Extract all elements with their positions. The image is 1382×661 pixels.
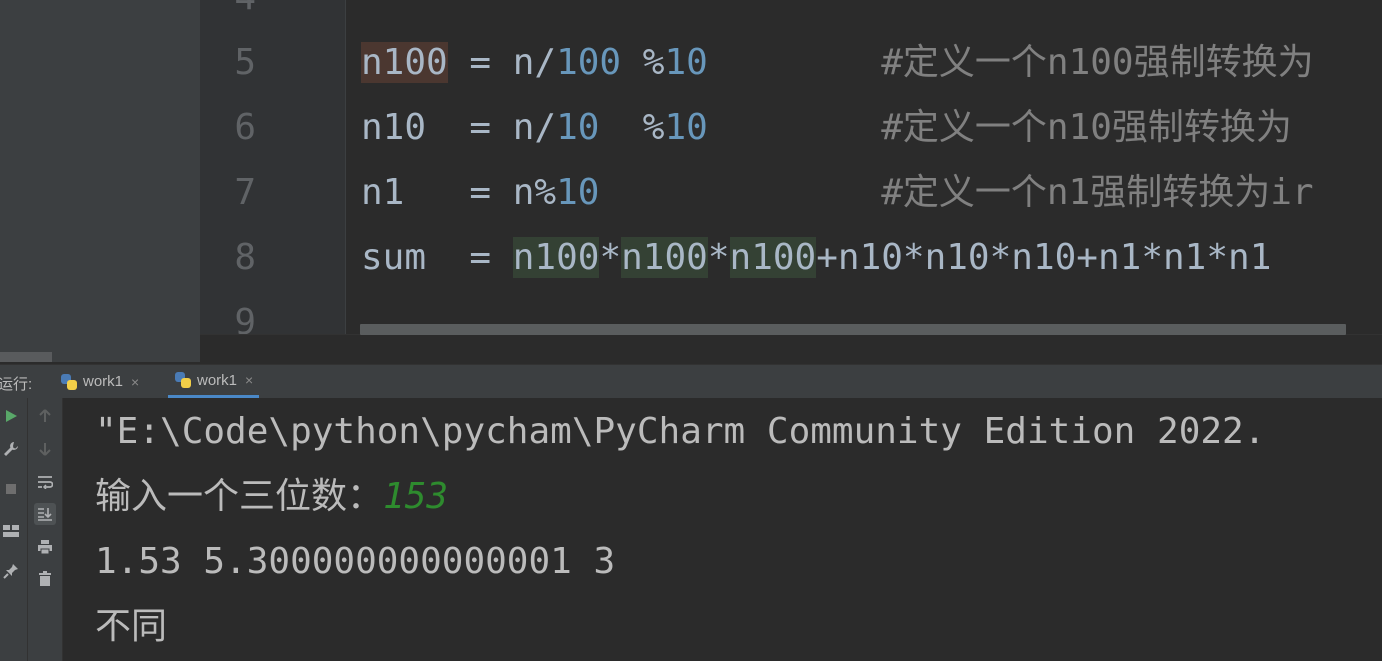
run-toolbar-secondary — [28, 398, 63, 661]
line-number: 6 — [234, 107, 256, 148]
variable-n100-usage[interactable]: n100 — [729, 237, 817, 278]
variable-sum[interactable]: sum — [361, 237, 448, 278]
code-op: % — [599, 107, 665, 148]
close-icon[interactable]: × — [245, 372, 253, 388]
console-output-line: 1.53 5.300000000000001 3 — [95, 541, 616, 582]
code-editor[interactable]: n100 = n/100 %10 #定义一个n100强制转换为 n10 = n/… — [346, 0, 1382, 334]
trash-icon[interactable] — [34, 568, 56, 590]
panel-scrollbar[interactable] — [0, 352, 52, 362]
run-tab-work1-active[interactable]: work1 × — [168, 365, 260, 398]
run-icon[interactable] — [0, 405, 22, 427]
line-gutter: 4 5 6 7 8 9 — [200, 0, 346, 343]
console-user-input: 153 — [383, 476, 449, 517]
run-toolwindow-header: 运行: work1 × work1 × — [0, 364, 1382, 399]
run-label: 运行: — [0, 376, 33, 393]
python-icon — [60, 373, 78, 391]
project-panel — [0, 0, 200, 362]
code-line-6[interactable]: n10 = n/10 %10 #定义一个n10强制转换为 — [361, 108, 1292, 148]
variable-n100[interactable]: n100 — [361, 42, 448, 83]
code-number: 10 — [664, 107, 708, 148]
code-comment: #定义一个n1强制转换为ir — [881, 172, 1314, 213]
code-op: % — [621, 42, 665, 83]
code-number: 10 — [556, 107, 600, 148]
code-comment: #定义一个n10强制转换为 — [881, 107, 1292, 148]
soft-wrap-icon[interactable] — [34, 471, 56, 493]
variable-n10[interactable]: n10 — [361, 107, 448, 148]
layout-icon[interactable] — [0, 520, 22, 542]
code-comment: #定义一个n100强制转换为 — [881, 42, 1314, 83]
code-line-5[interactable]: n100 = n/100 %10 #定义一个n100强制转换为 — [361, 42, 1314, 83]
scrollbar-thumb[interactable] — [360, 324, 1346, 335]
code-op: * — [707, 237, 730, 278]
print-icon[interactable] — [34, 536, 56, 558]
code-number: 10 — [556, 172, 600, 213]
console-result-line: 不同 — [95, 606, 168, 647]
stop-icon[interactable] — [0, 478, 22, 500]
console-command-line: "E:\Code\python\pycham\PyCharm Community… — [95, 411, 1266, 452]
code-line-7[interactable]: n1 = n%10 #定义一个n1强制转换为ir — [361, 173, 1314, 213]
code-op: * — [599, 237, 622, 278]
wrench-icon[interactable] — [0, 438, 22, 460]
code-gap — [708, 107, 881, 148]
code-number: 100 — [556, 42, 622, 83]
python-icon — [174, 371, 192, 389]
run-tab-work1[interactable]: work1 × — [54, 365, 145, 398]
console-output[interactable]: "E:\Code\python\pycham\PyCharm Community… — [63, 398, 1382, 661]
run-toolbar-primary — [0, 398, 28, 661]
close-icon[interactable]: × — [131, 374, 139, 390]
code-op: = — [447, 237, 513, 278]
code-gap — [599, 172, 881, 213]
tab-label: work1 — [83, 373, 124, 390]
pin-icon[interactable] — [0, 560, 22, 582]
code-op: = n/ — [447, 42, 557, 83]
line-number: 4 — [200, 0, 256, 18]
tab-label: work1 — [197, 371, 238, 389]
code-expression: +n10*n10*n10+n1*n1*n1 — [816, 237, 1272, 278]
variable-n1[interactable]: n1 — [361, 172, 448, 213]
up-arrow-icon[interactable] — [34, 405, 56, 427]
variable-n100-usage[interactable]: n100 — [512, 237, 600, 278]
code-op: = n/ — [447, 107, 557, 148]
editor-horizontal-scrollbar[interactable] — [200, 324, 1382, 363]
console-prompt-line: 输入一个三位数：153 — [95, 475, 448, 519]
code-line-8[interactable]: sum = n100*n100*n100+n10*n10*n10+n1*n1*n… — [361, 237, 1272, 278]
line-number: 8 — [234, 237, 256, 278]
down-arrow-icon[interactable] — [34, 438, 56, 460]
variable-n100-usage[interactable]: n100 — [621, 237, 708, 278]
code-op: = n% — [447, 172, 557, 213]
code-gap — [708, 42, 881, 83]
scroll-to-end-icon[interactable] — [34, 503, 56, 525]
line-number: 5 — [234, 42, 256, 83]
code-number: 10 — [664, 42, 708, 83]
console-prompt: 输入一个三位数： — [95, 476, 384, 517]
line-number: 7 — [234, 172, 256, 213]
